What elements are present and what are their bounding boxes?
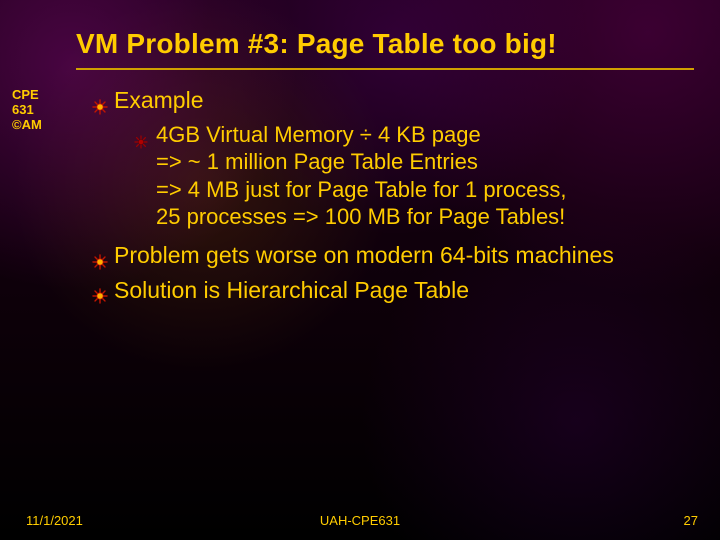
sub-bullet-line3: => 4 MB just for Page Table for 1 proces… [156,177,566,202]
bullet-example-text: Example [114,87,203,113]
course-code-line2: 631 [12,103,42,118]
title-underline [76,68,694,70]
bullet-solution-text: Solution is Hierarchical Page Table [114,277,469,303]
sun-bullet-icon [92,248,108,264]
course-author: ©AM [12,118,42,133]
sun-bullet-icon [92,93,108,109]
course-sidebar: CPE 631 ©AM [12,88,42,133]
footer-page: 27 [684,513,698,528]
sub-bullet-line1: 4GB Virtual Memory ÷ 4 KB page [156,122,481,147]
copyright-symbol: © [12,117,22,132]
footer-center: UAH-CPE631 [0,513,720,528]
slide-body: Example 4GB Virtual Memory ÷ 4 KB page =… [92,86,704,310]
sun-bullet-icon [92,282,108,298]
bullet-problem: Problem gets worse on modern 64-bits mac… [92,241,704,270]
slide-title: VM Problem #3: Page Table too big! [76,28,557,60]
course-code-line1: CPE [12,88,42,103]
author-initials: AM [22,117,42,132]
slide: VM Problem #3: Page Table too big! CPE 6… [0,0,720,540]
sub-bullet-line2: => ~ 1 million Page Table Entries [156,149,478,174]
bullet-example: Example [92,86,704,115]
sub-bullet-example-calc: 4GB Virtual Memory ÷ 4 KB page => ~ 1 mi… [92,121,704,231]
bullet-solution: Solution is Hierarchical Page Table [92,276,704,305]
sun-bullet-small-icon [134,128,148,142]
sub-bullet-line4: 25 processes => 100 MB for Page Tables! [156,204,565,229]
bullet-problem-text: Problem gets worse on modern 64-bits mac… [114,242,614,268]
